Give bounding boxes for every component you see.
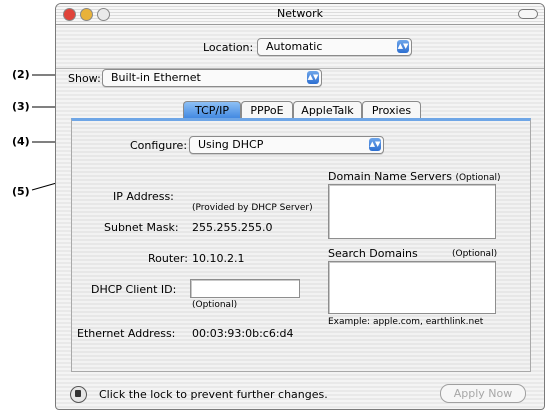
dns-label: Domain Name Servers (Optional) bbox=[328, 170, 501, 183]
ip-address-label: IP Address: bbox=[113, 190, 174, 203]
example-text: Example: apple.com, earthlink.net bbox=[328, 317, 484, 327]
router-value: 10.10.2.1 bbox=[192, 252, 245, 265]
subnet-mask-value: 255.255.255.0 bbox=[192, 221, 273, 234]
dns-optional: (Optional) bbox=[455, 173, 501, 183]
configure-value: Using DHCP bbox=[198, 138, 264, 151]
popup-arrows-icon: ▲▼ bbox=[397, 40, 409, 53]
location-value: Automatic bbox=[266, 40, 323, 53]
show-popup[interactable]: Built-in Ethernet ▲▼ bbox=[102, 69, 322, 87]
search-domains-label: Search Domains bbox=[328, 247, 418, 260]
configure-label: Configure: bbox=[130, 139, 188, 152]
ethernet-address-label: Ethernet Address: bbox=[77, 327, 176, 340]
ethernet-address-value: 00:03:93:0b:c6:d4 bbox=[192, 327, 294, 340]
ip-address-note: (Provided by DHCP Server) bbox=[192, 203, 313, 213]
configure-popup[interactable]: Using DHCP ▲▼ bbox=[189, 136, 384, 154]
search-domains-optional: (Optional) bbox=[452, 249, 498, 259]
lock-message: Click the lock to prevent further change… bbox=[99, 388, 328, 401]
dhcp-client-id-label: DHCP Client ID: bbox=[91, 283, 177, 296]
dns-label-text: Domain Name Servers bbox=[328, 170, 452, 183]
tab-pppoe[interactable]: PPPoE bbox=[241, 101, 293, 119]
title-bar: Network bbox=[56, 4, 544, 25]
tab-proxies[interactable]: Proxies bbox=[362, 101, 421, 119]
show-label: Show: bbox=[68, 72, 101, 85]
location-label: Location: bbox=[203, 41, 254, 54]
popup-arrows-icon: ▲▼ bbox=[307, 71, 319, 84]
network-window: Network Location: Automatic ▲▼ Show: Bui… bbox=[55, 3, 545, 410]
show-value: Built-in Ethernet bbox=[111, 71, 201, 84]
tab-appletalk[interactable]: AppleTalk bbox=[293, 101, 362, 119]
toolbar-toggle-button[interactable] bbox=[518, 9, 538, 19]
dhcp-client-id-field[interactable] bbox=[190, 279, 300, 298]
dhcp-client-id-note: (Optional) bbox=[192, 300, 238, 310]
dns-servers-field[interactable] bbox=[328, 184, 496, 239]
lock-icon[interactable] bbox=[70, 386, 87, 403]
tab-tcpip[interactable]: TCP/IP bbox=[183, 101, 241, 119]
apply-now-button[interactable]: Apply Now bbox=[440, 384, 526, 403]
router-label: Router: bbox=[148, 252, 188, 265]
subnet-mask-label: Subnet Mask: bbox=[104, 221, 179, 234]
popup-arrows-icon: ▲▼ bbox=[369, 138, 381, 151]
location-popup[interactable]: Automatic ▲▼ bbox=[257, 38, 412, 56]
window-title: Network bbox=[277, 7, 323, 20]
search-domains-field[interactable] bbox=[328, 261, 496, 314]
